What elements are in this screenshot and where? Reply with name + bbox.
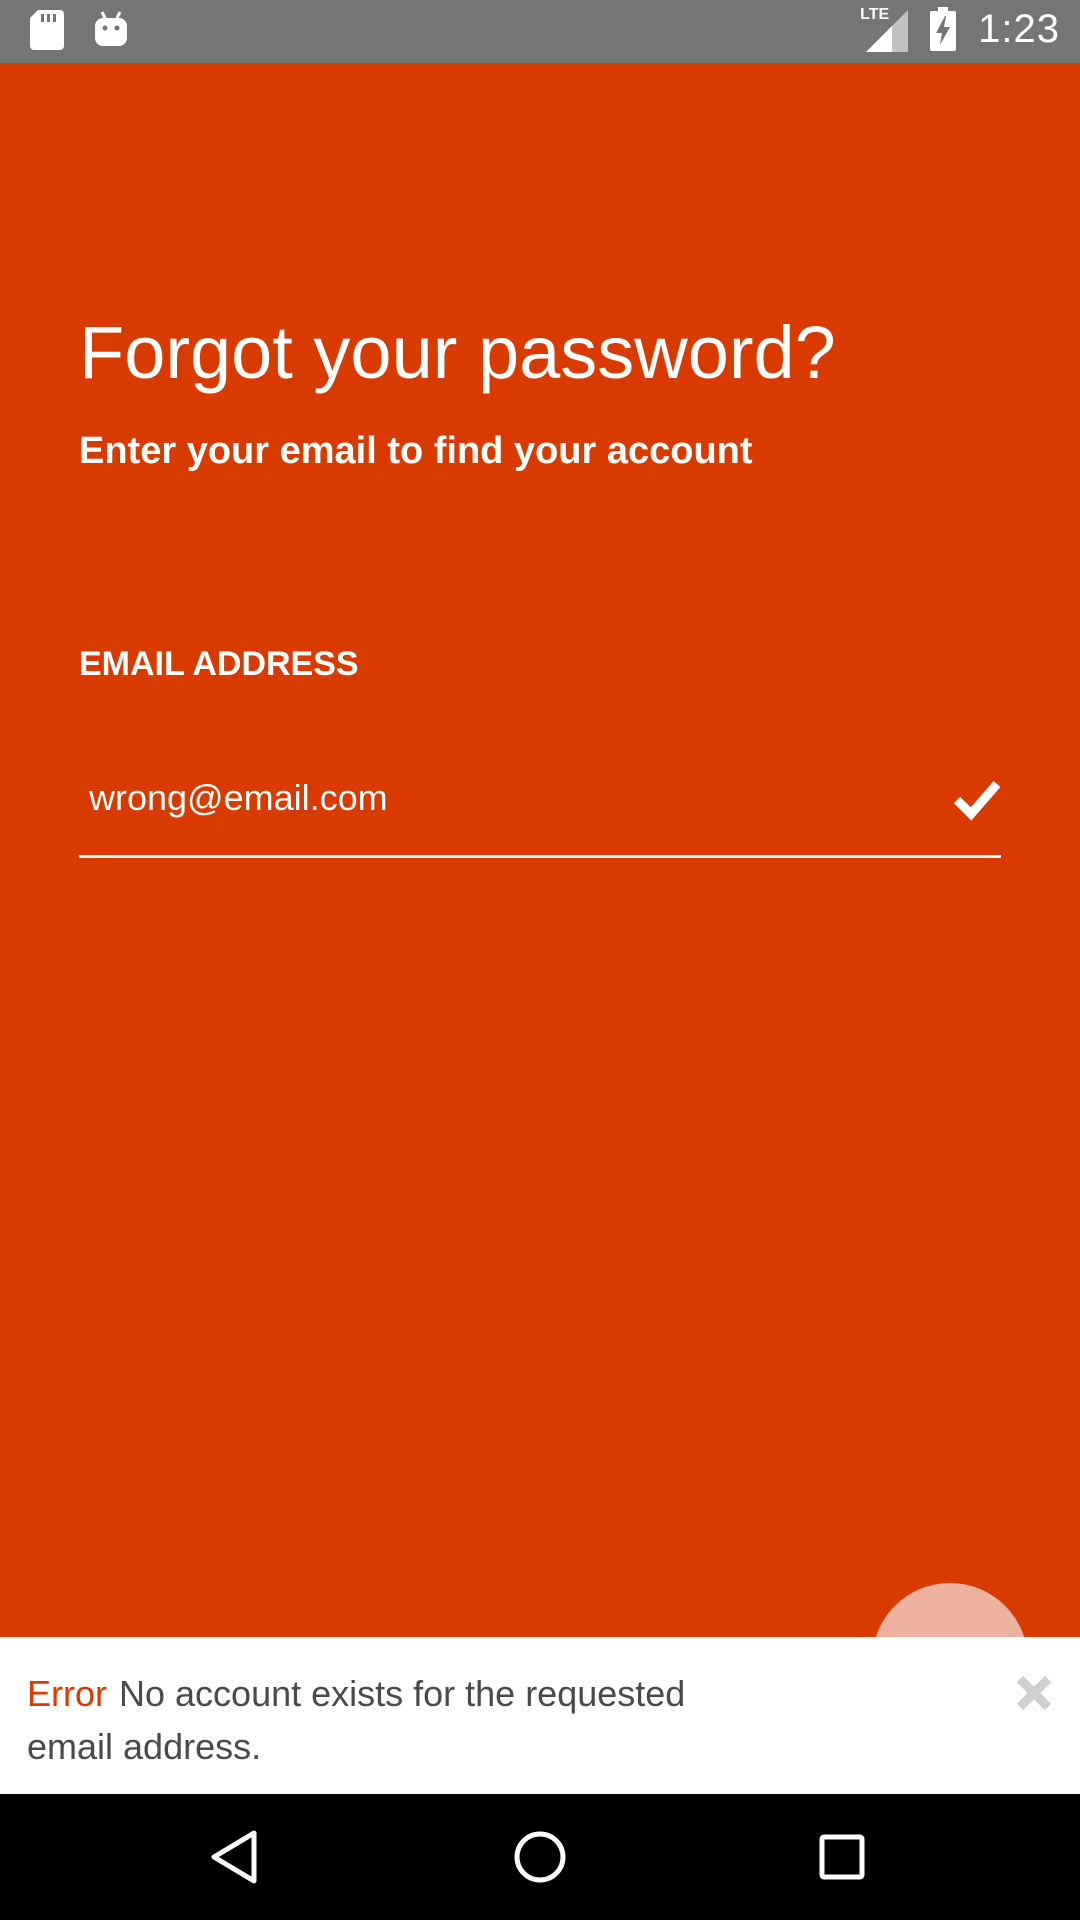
back-icon[interactable] <box>206 1827 266 1887</box>
email-label: EMAIL ADDRESS <box>79 645 359 683</box>
sd-card-icon <box>30 10 64 50</box>
recents-icon[interactable] <box>812 1827 872 1887</box>
forgot-password-screen: LTE 1:23 Forgot your password? Enter you… <box>0 0 1080 1920</box>
check-icon <box>953 781 1001 821</box>
page-subtitle: Enter your email to find your account <box>79 430 753 472</box>
signal-icon: LTE <box>860 6 909 52</box>
clock: 1:23 <box>978 6 1060 51</box>
error-label: Error <box>27 1673 107 1714</box>
email-input[interactable] <box>89 768 909 828</box>
home-icon[interactable] <box>510 1827 570 1887</box>
notification-icons <box>30 10 128 50</box>
error-message: No account exists for the requested emai… <box>27 1673 686 1767</box>
android-icon <box>95 11 127 46</box>
email-field[interactable] <box>79 760 1001 858</box>
system-status: LTE 1:23 <box>860 6 1060 52</box>
page-title: Forgot your password? <box>79 311 836 394</box>
snackbar-message: Error No account exists for the requested… <box>27 1667 727 1773</box>
battery-charging-icon <box>930 7 957 51</box>
close-icon[interactable] <box>1014 1673 1054 1713</box>
navigation-bar <box>0 1794 1080 1920</box>
error-snackbar: Error No account exists for the requested… <box>0 1637 1080 1794</box>
status-bar: LTE 1:23 <box>0 0 1080 63</box>
